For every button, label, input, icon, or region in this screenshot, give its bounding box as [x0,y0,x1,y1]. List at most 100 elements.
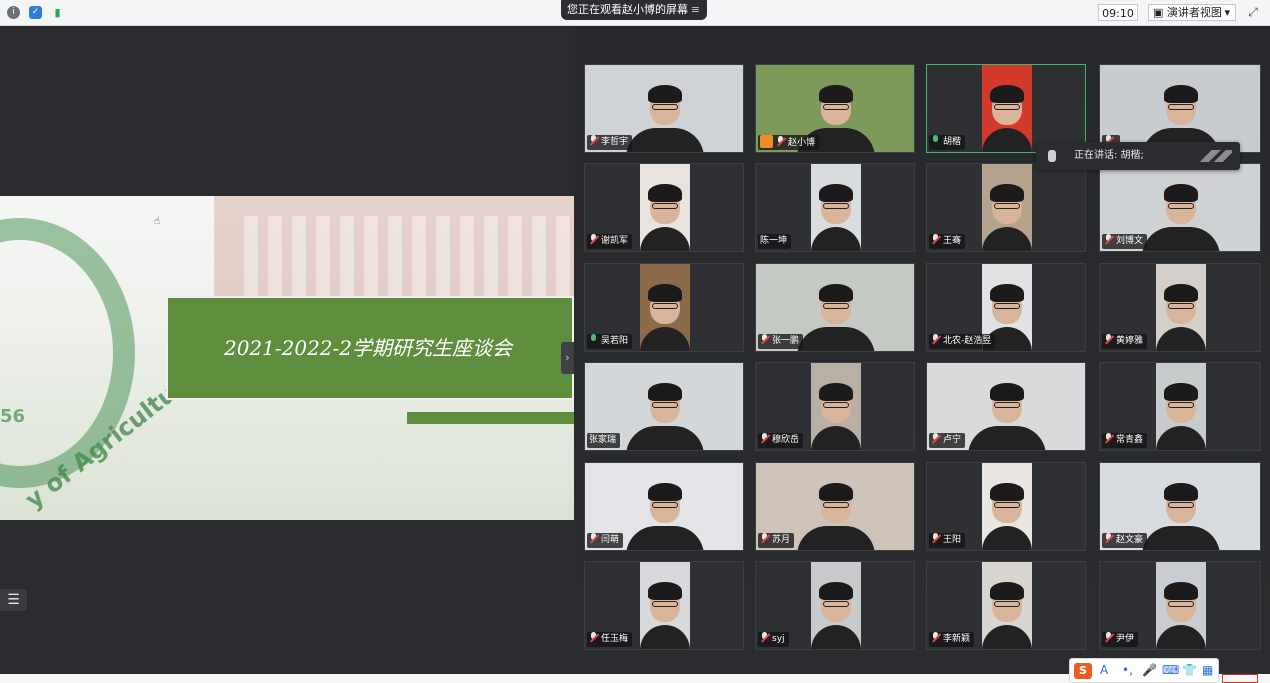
participant-name: syj [772,634,785,644]
participant-nameplate: 张一鹏 [758,334,804,349]
participant-glasses [994,601,1020,607]
participant-name: 谢凯军 [601,236,629,246]
ime-skin-icon[interactable]: 👕 [1182,663,1197,677]
participant-tile[interactable]: 穆欣岳 [755,362,915,451]
participant-tile[interactable]: 陈一坤 [755,163,915,252]
participant-tile[interactable]: 谢凯军 [584,163,744,252]
mic-muted-icon [760,433,769,444]
ime-toolbar[interactable]: S A •, 🎤 ⌨ 👕 ▦ [1069,658,1219,683]
participant-hair [990,383,1024,401]
info-icon[interactable]: i [7,6,20,19]
mic-muted-icon [760,632,769,643]
participant-glasses [652,601,678,607]
participant-nameplate: 王阳 [929,533,966,548]
participant-tile[interactable]: 赵小博 [755,64,915,153]
ime-language-icon[interactable]: A [1100,663,1108,677]
participant-name: 王阳 [943,535,962,545]
participant-tile[interactable]: 任玉梅 [584,561,744,650]
participant-tile[interactable]: 黄婷雅 [1099,263,1261,352]
participant-shoulders [1142,526,1220,550]
participant-figure [811,164,861,251]
ime-keyboard-icon[interactable]: ⌨ [1162,663,1179,677]
participant-glasses [652,502,678,508]
chevron-down-icon: ▾ [1224,6,1230,19]
participant-tile[interactable]: syj [755,561,915,650]
participant-tile[interactable] [1099,64,1261,153]
participant-shoulders [968,426,1046,450]
collapse-panel-handle[interactable]: › [561,342,574,374]
participant-nameplate: 闫萌 [587,533,624,548]
participant-shoulders [982,227,1032,251]
slide-accent-stripe [407,412,574,424]
participant-name: 赵文豪 [1116,535,1144,545]
mic-muted-icon [931,234,940,245]
participant-hair [990,483,1024,501]
ime-punctuation-icon[interactable]: •, [1122,663,1133,677]
participant-tile[interactable]: 李哲宇 [584,64,744,153]
participant-tile[interactable]: 王阳 [926,462,1086,551]
meeting-clock: 09:10 [1098,4,1138,21]
participant-tile[interactable]: 尹伊 [1099,561,1261,650]
participant-tile[interactable]: 张一鹏 [755,263,915,352]
participant-shoulders [1142,227,1220,251]
viewing-screen-banner[interactable]: 您正在观看赵小博的屏幕 ≡ [561,0,707,20]
participant-shoulders [797,526,875,550]
participant-nameplate: 任玉梅 [587,632,633,647]
participant-tile[interactable]: 北农-赵浩昱 [926,263,1086,352]
participant-tile[interactable]: 刘博文 [1099,163,1261,252]
participant-glasses [652,203,678,209]
fullscreen-icon[interactable]: ⤢ [1245,5,1261,20]
participant-hair [648,582,682,600]
participant-shoulders [626,128,704,152]
participant-hair [1164,582,1198,600]
list-menu-button[interactable]: ☰ [0,589,27,611]
participant-nameplate: 北农-赵浩昱 [929,334,996,349]
ime-voice-icon[interactable]: 🎤 [1142,663,1157,677]
participant-shoulders [811,625,861,649]
participant-tile[interactable]: 赵文豪 [1099,462,1261,551]
slide-title: 2021-2022-2学期研究生座谈会 [223,336,513,360]
participant-glasses [1168,104,1194,110]
participant-hair [819,582,853,600]
participant-nameplate: 赵文豪 [1102,533,1148,548]
signal-icon[interactable]: ▮ [51,6,64,19]
participant-hair [648,184,682,202]
participant-tile[interactable]: 吴若阳 [584,263,744,352]
participant-figure [1100,65,1260,152]
ime-logo-icon[interactable]: S [1074,663,1092,679]
shared-screen-pane: 56 y of Agriculture 2021-2022-2学期研究生座谈会 … [0,26,574,674]
view-mode-dropdown[interactable]: ▣ 演讲者视图 ▾ [1148,4,1236,21]
ime-toolbox-icon[interactable]: ▦ [1202,663,1213,677]
mic-muted-icon [760,334,769,345]
participant-glasses [823,104,849,110]
participant-name: 张一鹏 [772,336,800,346]
participant-tile[interactable]: 胡楷 [926,64,1086,153]
participant-hair [1164,184,1198,202]
participant-nameplate: 陈一坤 [758,234,792,249]
banner-menu-icon[interactable]: ≡ [691,0,700,20]
participant-tile[interactable]: 常青鑫 [1099,362,1261,451]
participant-tile[interactable]: 卢宁 [926,362,1086,451]
participant-nameplate: syj [758,632,789,647]
bottom-red-marker [1222,674,1258,683]
participant-glasses [652,402,678,408]
mouse-cursor-icon: ☝ [154,216,161,227]
participant-tile[interactable]: 闫萌 [584,462,744,551]
participant-glasses [994,303,1020,309]
participant-hair [1164,383,1198,401]
participant-figure [640,164,690,251]
participant-name: 闫萌 [601,535,620,545]
participant-hair [1164,483,1198,501]
participant-tile[interactable]: 张家瑞 [584,362,744,451]
participant-glasses [823,203,849,209]
participant-name: 王骞 [943,236,962,246]
participant-tile[interactable]: 王骞 [926,163,1086,252]
shield-icon[interactable]: ✓ [29,6,42,19]
presentation-slide: 56 y of Agriculture 2021-2022-2学期研究生座谈会 … [0,196,574,520]
participant-tile[interactable]: 李新颖 [926,561,1086,650]
participant-glasses [823,303,849,309]
participant-nameplate: 张家瑞 [587,433,621,448]
view-mode-label: 演讲者视图 [1166,6,1222,19]
participant-tile[interactable]: 苏月 [755,462,915,551]
participant-figure [1156,562,1206,649]
